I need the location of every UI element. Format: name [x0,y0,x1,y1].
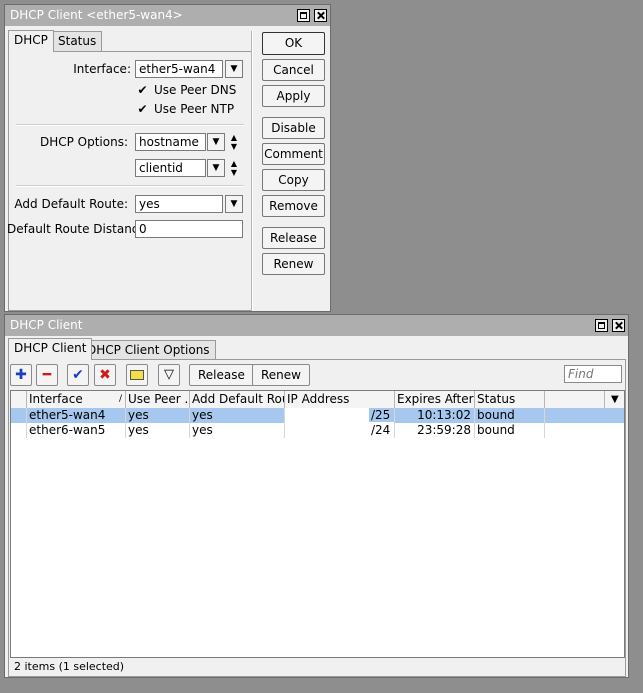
find-input[interactable] [564,365,622,383]
interface-dropdown-icon[interactable]: ▼ [225,60,243,78]
dhcp-option-1-reorder-icon[interactable]: ▲ ▼ [228,133,240,151]
apply-button[interactable]: Apply [262,85,325,107]
dhcp-options-label: DHCP Options: [39,135,128,149]
dhcp-option-hostname-select[interactable]: hostname [135,133,206,151]
remove-icon[interactable]: ━ [36,364,58,386]
header-marker [11,391,27,408]
header-status[interactable]: Status [475,391,545,408]
use-peer-ntp-label: Use Peer NTP [154,102,235,116]
dhcp-option-2-reorder-icon[interactable]: ▲ ▼ [228,159,240,177]
sort-icon: / [118,394,122,404]
cell-expires-after: 23:59:28 [395,423,475,438]
cancel-button[interactable]: Cancel [262,59,325,81]
use-peer-ntp-checkbox[interactable]: ✔ [136,103,149,116]
dhcp-option-1-dropdown-icon[interactable]: ▼ [207,133,225,151]
tab-dhcp-client-options[interactable]: DHCP Client Options [81,340,216,360]
filter-icon[interactable]: ▽ [158,364,180,386]
dhcp-option-2-dropdown-icon[interactable]: ▼ [207,159,225,177]
cell-status: bound [475,423,545,438]
dhcp-client-table: Interface / Use Peer ... Add Default Rou… [10,390,625,658]
button-column-divider [251,31,253,311]
interface-label: Interface: [73,62,131,76]
use-peer-dns-checkbox[interactable]: ✔ [136,84,149,97]
add-default-route-label: Add Default Route: [14,197,128,211]
edit-window-title: DHCP Client <ether5-wan4> [5,5,330,26]
add-default-route-select[interactable]: yes [135,195,223,213]
cell-status: bound [475,408,545,423]
release-toolbar-button[interactable]: Release [189,364,254,386]
ok-button[interactable]: OK [262,32,325,55]
add-icon[interactable]: ✚ [10,364,32,386]
cell-interface: ether6-wan5 [27,423,126,438]
column-chooser-icon[interactable]: ▼ [611,392,619,408]
cell-ip-address: /25 [285,408,395,423]
enable-icon[interactable]: ✔ [67,364,89,386]
header-interface[interactable]: Interface / [27,391,126,408]
release-button[interactable]: Release [262,227,325,249]
interface-select[interactable]: ether5-wan4 [135,60,223,78]
tab-dhcp-client[interactable]: DHCP Client [8,338,93,360]
use-peer-dns-label: Use Peer DNS [154,83,237,97]
default-route-distance-label: Default Route Distance: [7,222,150,236]
disable-button[interactable]: Disable [262,117,325,139]
copy-button[interactable]: Copy [262,169,325,191]
row-marker [11,423,27,438]
close-icon[interactable] [314,9,327,22]
cell-add-default-route: yes [190,408,285,423]
status-bar-text: 2 items (1 selected) [14,660,125,673]
cell-interface: ether5-wan4 [27,408,126,423]
dhcp-client-list-window: DHCP Client DHCP Client DHCP Client Opti… [4,314,629,678]
renew-button[interactable]: Renew [262,253,325,275]
tab-status[interactable]: Status [52,31,103,51]
separator [16,185,244,187]
separator [16,124,244,126]
comment-button[interactable]: Comment [262,143,325,165]
table-row[interactable]: ether6-wan5 yes yes /24 23:59:28 bound [11,423,624,438]
default-route-distance-input[interactable]: 0 [135,220,243,238]
cell-expires-after: 10:13:02 [395,408,475,423]
toolbar: ✚ ━ ✔ ✖ ▽ Release Renew [10,364,624,386]
list-window-title: DHCP Client [5,315,628,336]
header-filler [545,391,605,408]
cell-add-default-route: yes [190,423,285,438]
table-row[interactable]: ether5-wan4 yes yes /25 10:13:02 bound [11,408,624,423]
header-add-default-route[interactable]: Add Default Route [190,391,285,408]
maximize-icon[interactable] [297,9,310,22]
header-ip-address[interactable]: IP Address [285,391,395,408]
add-default-route-dropdown-icon[interactable]: ▼ [225,195,243,213]
disable-icon[interactable]: ✖ [94,364,116,386]
renew-toolbar-button[interactable]: Renew [252,364,310,386]
maximize-icon[interactable] [595,319,608,332]
cell-use-peer: yes [126,408,190,423]
close-icon[interactable] [612,319,625,332]
dhcp-option-clientid-select[interactable]: clientid [135,159,206,177]
dhcp-client-edit-window: DHCP Client <ether5-wan4> DHCP Status In… [4,4,331,312]
comment-icon[interactable] [126,364,148,386]
table-header: Interface / Use Peer ... Add Default Rou… [11,391,624,409]
cell-use-peer: yes [126,423,190,438]
header-use-peer[interactable]: Use Peer ... [126,391,190,408]
header-expires-after[interactable]: Expires After [395,391,475,408]
cell-ip-address: /24 [285,423,395,438]
tab-dhcp[interactable]: DHCP [8,30,54,52]
row-marker [11,408,27,423]
remove-button[interactable]: Remove [262,195,325,217]
